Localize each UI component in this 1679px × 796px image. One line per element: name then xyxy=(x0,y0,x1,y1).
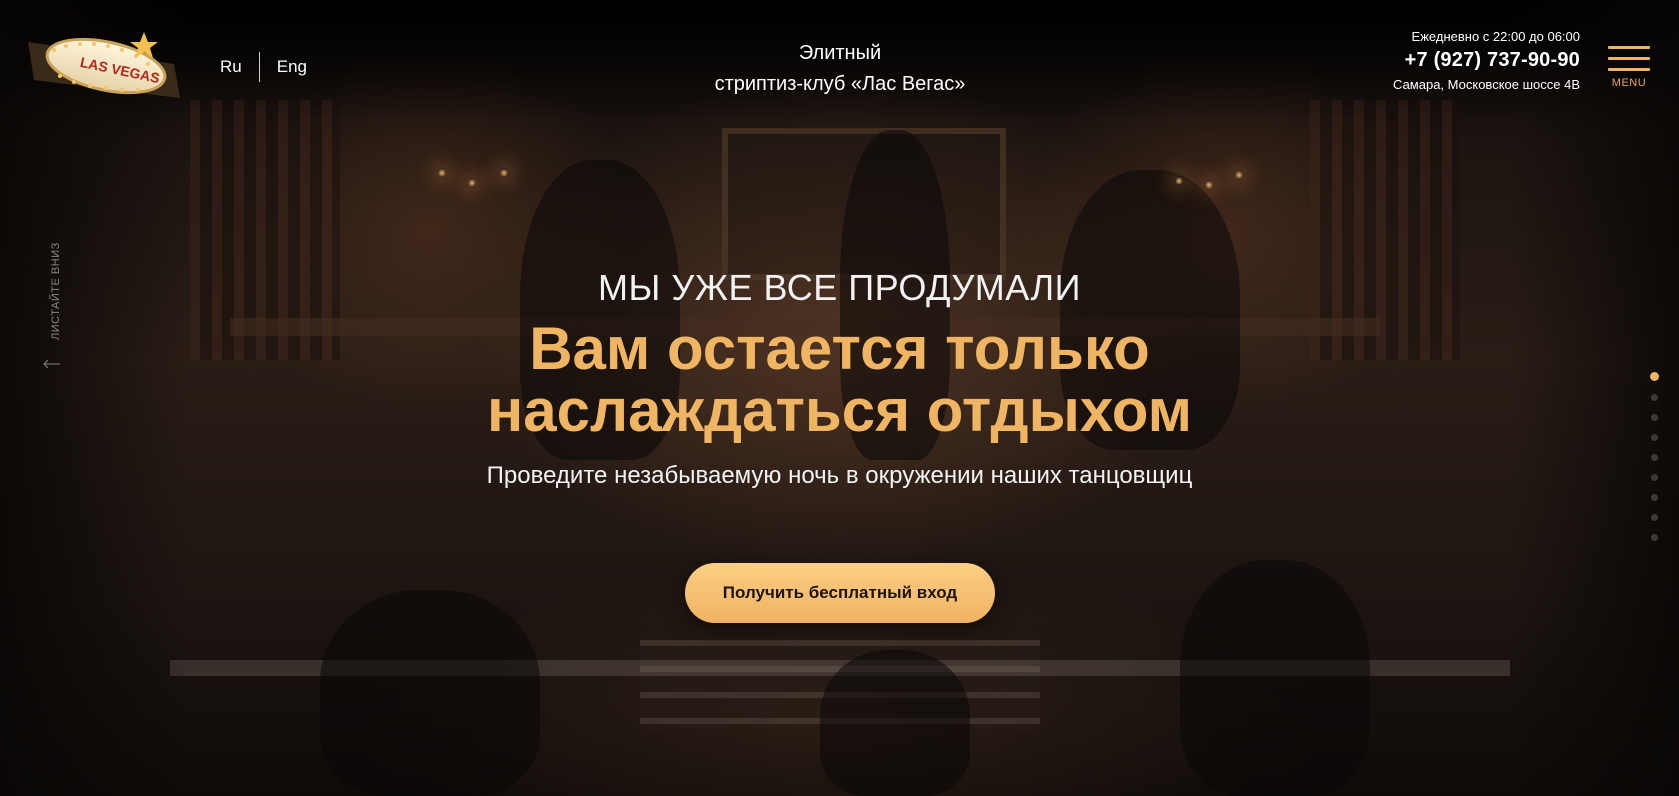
phone-link[interactable]: +7 (927) 737-90-90 xyxy=(1393,46,1580,74)
club-name-line2: стриптиз-клуб «Лас Вегас» xyxy=(714,73,966,95)
headline-line1: Вам остается только xyxy=(529,315,1150,382)
lang-ru-link[interactable]: Ru xyxy=(220,57,242,77)
address: Самара, Московское шоссе 4В xyxy=(1393,77,1580,92)
pagination-dot[interactable] xyxy=(1650,454,1658,461)
hero-subtitle: Проведите незабываемую ночь в окружении … xyxy=(486,462,1193,489)
hero-section: LAS VEGAS Ru Eng Элитный стриптиз-клуб «… xyxy=(0,0,1679,796)
candle-light xyxy=(1175,176,1183,186)
stage-edge xyxy=(170,660,1510,676)
pagination-dot[interactable] xyxy=(1650,474,1658,481)
mirror-frame xyxy=(722,128,1006,280)
dancer-silhouette xyxy=(820,650,970,796)
dancer-silhouette xyxy=(1180,560,1370,796)
candle-light xyxy=(438,168,446,178)
free-entry-button[interactable]: Получить бесплатный вход xyxy=(685,563,995,623)
dancer-silhouette xyxy=(320,590,540,796)
hero-headline: Вам остается только наслаждаться отдыхом xyxy=(0,318,1679,442)
club-name: Элитный стриптиз-клуб «Лас Вегас» xyxy=(640,38,1040,100)
contacts-block: Ежедневно с 22:00 до 06:00 +7 (927) 737-… xyxy=(1393,28,1580,94)
candle-light xyxy=(1235,170,1243,180)
hero-kicker: МЫ УЖЕ ВСЕ ПРОДУМАЛИ xyxy=(597,267,1082,308)
pagination-dot[interactable] xyxy=(1649,372,1659,381)
lang-divider xyxy=(258,52,260,82)
opening-hours: Ежедневно с 22:00 до 06:00 xyxy=(1411,29,1580,44)
headline-line2: наслаждаться отдыхом xyxy=(487,377,1192,444)
candle-light xyxy=(1205,180,1213,190)
pagination-dot[interactable] xyxy=(1650,414,1658,421)
pagination-dot[interactable] xyxy=(1650,534,1658,541)
menu-label: MENU xyxy=(1611,77,1647,89)
language-switcher: Ru Eng xyxy=(220,52,307,82)
stage-stairs xyxy=(640,640,1040,730)
lang-eng-link[interactable]: Eng xyxy=(277,57,307,77)
pagination-dot[interactable] xyxy=(1650,514,1658,521)
club-name-line1: Элитный xyxy=(798,42,882,64)
pagination-dot[interactable] xyxy=(1650,434,1658,441)
logo[interactable]: LAS VEGAS xyxy=(24,28,184,104)
candle-light xyxy=(500,168,508,178)
candle-light xyxy=(468,178,476,188)
pagination-dot[interactable] xyxy=(1650,394,1658,401)
hamburger-icon xyxy=(1608,46,1650,71)
las-vegas-sign-icon: LAS VEGAS xyxy=(28,32,180,98)
menu-button[interactable]: MENU xyxy=(1608,46,1650,89)
pagination-dot[interactable] xyxy=(1650,494,1658,501)
slide-pagination xyxy=(1649,372,1659,554)
